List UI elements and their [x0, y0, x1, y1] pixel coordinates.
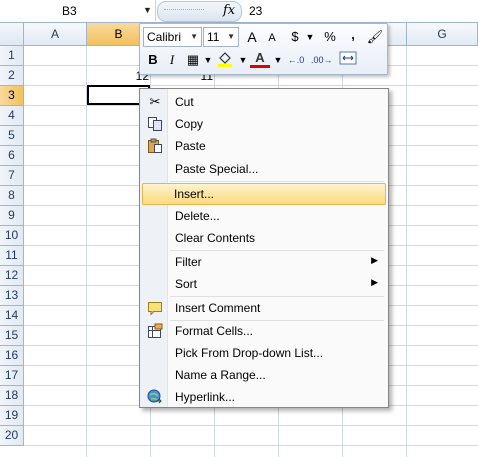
- decrease-decimal-button[interactable]: .00→: [311, 50, 333, 70]
- menu-item-copy[interactable]: Copy: [142, 113, 386, 135]
- row-header-14[interactable]: 14: [0, 306, 24, 326]
- name-box-value[interactable]: B3: [62, 4, 77, 18]
- chevron-down-icon[interactable]: ▼: [300, 27, 320, 47]
- font-name-value: Calibri: [147, 30, 182, 44]
- submenu-arrow-icon: ▶: [371, 255, 378, 265]
- insert-function-button[interactable]: fx: [223, 3, 235, 18]
- menu-item-cut[interactable]: ✂ Cut: [142, 91, 386, 113]
- row-header-9[interactable]: 9: [0, 206, 24, 226]
- row-header-13[interactable]: 13: [0, 286, 24, 306]
- font-name-combo[interactable]: Calibri ▼: [143, 27, 202, 47]
- menu-item-label: Delete...: [175, 209, 220, 223]
- formula-bar: B3 ▼ fx 23: [0, 0, 478, 23]
- percent-button[interactable]: %: [320, 27, 340, 47]
- row-header-20[interactable]: 20: [0, 426, 24, 446]
- font-color-button[interactable]: A: [250, 48, 270, 68]
- comment-icon: [147, 300, 163, 316]
- menu-item-label: Sort: [175, 277, 198, 291]
- select-all-corner[interactable]: [0, 23, 24, 46]
- menu-separator: [170, 181, 384, 182]
- menu-item-label: Paste Special...: [175, 162, 259, 176]
- menu-item-clear-contents[interactable]: Clear Contents: [142, 227, 386, 249]
- name-box-dropdown-icon[interactable]: ▼: [143, 5, 152, 15]
- fill-color-icon[interactable]: [215, 50, 235, 70]
- gridline: [24, 445, 478, 446]
- row-header-2[interactable]: 2: [0, 66, 24, 86]
- gridline: [406, 46, 407, 457]
- formula-input[interactable]: 23: [249, 4, 262, 18]
- shrink-font-button[interactable]: A: [262, 28, 282, 48]
- gridline: [24, 425, 478, 426]
- chevron-down-icon[interactable]: ▼: [268, 50, 288, 70]
- menu-item-paste[interactable]: Paste: [142, 135, 386, 157]
- scissors-icon: ✂: [149, 94, 161, 109]
- copy-icon: [147, 116, 163, 132]
- menu-item-filter[interactable]: Filter ▶: [142, 251, 386, 273]
- row-header-6[interactable]: 6: [0, 146, 24, 166]
- row-header-8[interactable]: 8: [0, 186, 24, 206]
- menu-item-label: Cut: [175, 95, 194, 109]
- format-painter-icon[interactable]: 🖌: [365, 27, 385, 47]
- row-header-17[interactable]: 17: [0, 366, 24, 386]
- menu-item-sort[interactable]: Sort ▶: [142, 273, 386, 295]
- chevron-down-icon[interactable]: ▼: [190, 32, 198, 41]
- row-header-1[interactable]: 1: [0, 46, 24, 66]
- menu-item-label: Name a Range...: [175, 368, 266, 382]
- row-header-19[interactable]: 19: [0, 406, 24, 426]
- font-size-combo[interactable]: 11 ▼: [203, 27, 239, 47]
- chevron-down-icon[interactable]: ▼: [227, 32, 235, 41]
- menu-item-label: Copy: [175, 117, 204, 131]
- menu-item-hyperlink[interactable]: Hyperlink...: [142, 386, 386, 408]
- italic-button[interactable]: I: [162, 50, 182, 70]
- menu-item-label: Clear Contents: [175, 231, 256, 245]
- context-menu: ✂ Cut Copy Paste Paste Special... Insert…: [139, 88, 389, 408]
- bold-button[interactable]: B: [143, 50, 163, 70]
- menu-item-delete[interactable]: Delete...: [142, 205, 386, 227]
- increase-decimal-button[interactable]: ←.0: [286, 50, 306, 70]
- row-header-15[interactable]: 15: [0, 326, 24, 346]
- font-size-value: 11: [207, 30, 220, 44]
- menu-item-label: Pick From Drop-down List...: [175, 346, 324, 360]
- row-header-10[interactable]: 10: [0, 226, 24, 246]
- menu-item-name-a-range[interactable]: Name a Range...: [142, 364, 386, 386]
- row-header-16[interactable]: 16: [0, 346, 24, 366]
- row-header-7[interactable]: 7: [0, 166, 24, 186]
- menu-item-label: Format Cells...: [175, 324, 254, 338]
- menu-item-label: Hyperlink...: [175, 390, 236, 404]
- format-cells-icon: [147, 323, 163, 339]
- row-header-5[interactable]: 5: [0, 126, 24, 146]
- menu-item-label: Insert...: [174, 187, 215, 201]
- submenu-arrow-icon: ▶: [371, 277, 378, 287]
- menu-item-insert[interactable]: Insert...: [142, 183, 386, 205]
- menu-item-paste-special[interactable]: Paste Special...: [142, 158, 386, 180]
- menu-item-insert-comment[interactable]: Insert Comment: [142, 297, 386, 319]
- formula-bar-controls: fx: [157, 1, 242, 22]
- column-header-a[interactable]: A: [24, 23, 87, 46]
- grow-font-button[interactable]: A: [242, 27, 262, 47]
- menu-item-label: Filter: [175, 255, 202, 269]
- mini-toolbar: Calibri ▼ 11 ▼ A A $ ▼ % , 🖌 B I ▦ ▼ ▼ A…: [139, 23, 388, 75]
- gridline: [86, 46, 87, 457]
- row-header-11[interactable]: 11: [0, 246, 24, 266]
- hyperlink-icon: [147, 389, 163, 405]
- paste-icon: [147, 138, 163, 154]
- menu-item-format-cells[interactable]: Format Cells...: [142, 320, 386, 342]
- menu-item-pick-from-list[interactable]: Pick From Drop-down List...: [142, 342, 386, 364]
- row-header-12[interactable]: 12: [0, 266, 24, 286]
- menu-item-label: Paste: [175, 139, 206, 153]
- row-header-18[interactable]: 18: [0, 386, 24, 406]
- merge-center-icon[interactable]: [338, 50, 358, 70]
- comma-style-button[interactable]: ,: [343, 25, 363, 45]
- column-header-g[interactable]: G: [407, 23, 478, 46]
- row-header-3[interactable]: 3: [0, 86, 24, 106]
- menu-item-label: Insert Comment: [175, 301, 261, 315]
- name-box[interactable]: B3 ▼: [0, 0, 156, 21]
- resize-grip[interactable]: [164, 9, 204, 13]
- row-header-4[interactable]: 4: [0, 106, 24, 126]
